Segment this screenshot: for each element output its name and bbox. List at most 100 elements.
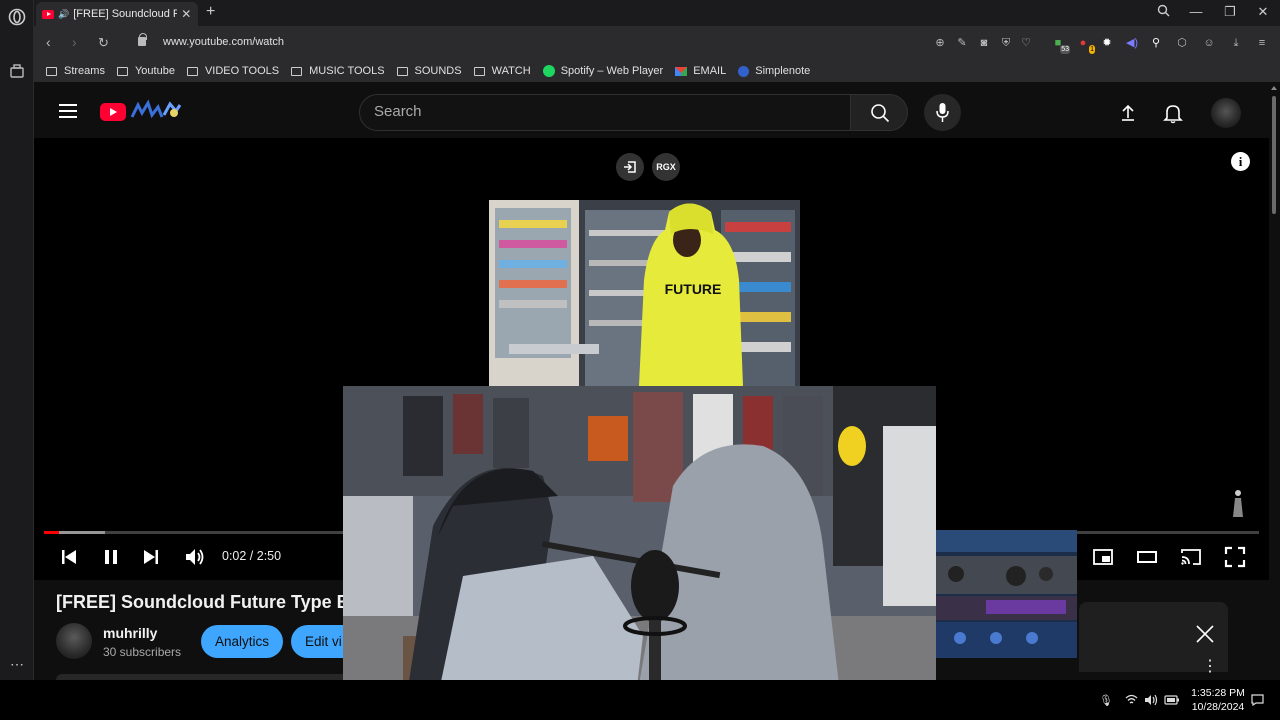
opera-logo-icon[interactable] xyxy=(8,8,26,26)
folder-icon xyxy=(473,66,485,76)
bookmarks-bar: Streams Youtube VIDEO TOOLS MUSIC TOOLS … xyxy=(34,60,1280,82)
cast-icon[interactable] xyxy=(1180,546,1202,568)
window-close-icon[interactable]: ✕ xyxy=(1255,4,1271,20)
volume-icon[interactable] xyxy=(183,546,205,568)
download-icon[interactable]: ⤓ xyxy=(1229,36,1243,50)
channel-avatar[interactable] xyxy=(56,623,92,659)
webcam-feed xyxy=(343,386,936,720)
edit-icon[interactable]: ✎ xyxy=(955,36,969,50)
upload-icon[interactable] xyxy=(1117,102,1139,124)
audio-playing-icon[interactable]: 🔊 xyxy=(58,9,69,20)
microphone-tray-icon[interactable]: 🎙 xyxy=(1099,694,1113,707)
account-avatar[interactable] xyxy=(1211,98,1241,128)
channel-watermark-icon[interactable] xyxy=(1231,488,1245,518)
search-input[interactable] xyxy=(374,103,834,120)
fullscreen-icon[interactable] xyxy=(1224,546,1246,568)
analytics-button[interactable]: Analytics xyxy=(201,625,283,658)
tab-search-icon[interactable] xyxy=(1155,4,1171,20)
channel-name[interactable]: muhrilly xyxy=(103,625,157,641)
edit-video-button[interactable]: Edit vi xyxy=(291,625,351,658)
exit-icon[interactable] xyxy=(616,153,644,181)
bookmark-video-tools[interactable]: VIDEO TOOLS xyxy=(186,65,279,77)
youtube-favicon-icon xyxy=(42,9,54,19)
taskbar: 🎙 1:35:28 PM 10/28/2024 xyxy=(0,680,1280,720)
folder-icon xyxy=(396,66,408,76)
reload-icon[interactable]: ↻ xyxy=(98,35,109,51)
bookmark-sounds[interactable]: SOUNDS xyxy=(396,65,462,77)
subscriber-count: 30 subscribers xyxy=(103,645,182,659)
volume-tray-icon[interactable] xyxy=(1144,694,1158,709)
youtube-doodle-icon[interactable] xyxy=(130,99,184,123)
tab-close-icon[interactable]: ✕ xyxy=(181,7,191,21)
bookmark-watch[interactable]: WATCH xyxy=(473,65,531,77)
scrollbar-thumb[interactable] xyxy=(1272,96,1276,214)
folder-icon xyxy=(46,66,57,76)
extensions-cube-icon[interactable]: ⬡ xyxy=(1175,36,1189,50)
system-clock[interactable]: 1:35:28 PM 10/28/2024 xyxy=(1190,686,1246,714)
folder-icon xyxy=(116,66,128,76)
shield-icon[interactable]: ⛨ xyxy=(999,36,1013,50)
miniplayer-icon[interactable] xyxy=(1092,546,1114,568)
back-icon[interactable]: ‹ xyxy=(46,34,51,50)
easy-setup-icon[interactable]: ≡ xyxy=(1255,36,1269,50)
notifications-icon[interactable] xyxy=(1251,694,1264,709)
previous-icon[interactable] xyxy=(58,546,80,568)
battery-icon[interactable] xyxy=(1164,694,1180,709)
tab-active[interactable]: 🔊 [FREE] Soundcloud Futu ✕ xyxy=(36,2,198,26)
workspaces-icon[interactable] xyxy=(8,63,26,81)
url-field[interactable]: www.youtube.com/watch xyxy=(163,36,284,48)
clock-time: 1:35:28 PM xyxy=(1191,687,1245,699)
search-button[interactable] xyxy=(850,94,908,131)
bookmark-simplenote[interactable]: Simplenote xyxy=(738,65,810,77)
extension-audio-icon[interactable]: ◀) xyxy=(1125,36,1139,50)
address-bar: ‹ › ↻ www.youtube.com/watch ⊕ ✎ ◙ ⛨ ♡ ■ 5… xyxy=(34,26,1280,60)
microphone-icon xyxy=(936,103,949,122)
more-options-icon[interactable]: ⋮ xyxy=(1202,659,1218,675)
notifications-bell-icon[interactable] xyxy=(1162,102,1184,124)
scroll-up-icon[interactable] xyxy=(1271,86,1277,90)
bookmark-music-tools[interactable]: MUSIC TOOLS xyxy=(291,65,385,77)
zoom-icon[interactable]: ⊕ xyxy=(933,36,947,50)
synth-plugin-screenshot xyxy=(936,530,1077,658)
bookmark-streams[interactable]: Streams xyxy=(46,65,105,77)
youtube-logo-icon[interactable] xyxy=(100,103,126,121)
sidebar-more-icon[interactable]: ⋯ xyxy=(8,655,26,673)
video-shirt-text: FUTURE xyxy=(665,281,722,297)
extension-search-icon[interactable]: ⚲ xyxy=(1149,36,1163,50)
folder-icon xyxy=(186,66,198,76)
voice-search-button[interactable] xyxy=(924,94,961,131)
wifi-icon[interactable] xyxy=(1125,694,1138,708)
pause-icon[interactable] xyxy=(100,546,122,568)
rgx-button[interactable]: RGX xyxy=(652,153,680,181)
next-icon[interactable] xyxy=(140,546,162,568)
opera-sidebar: ⋯ xyxy=(0,0,34,720)
restore-icon[interactable]: ❐ xyxy=(1222,4,1238,20)
clock-date: 10/28/2024 xyxy=(1191,701,1245,713)
bookmark-youtube[interactable]: Youtube xyxy=(116,65,175,77)
search-box xyxy=(359,94,851,131)
menu-icon[interactable] xyxy=(59,104,77,118)
time-display: 0:02 / 2:50 xyxy=(222,549,282,563)
bookmark-spotify[interactable]: Spotify – Web Player xyxy=(542,65,663,77)
profile-icon[interactable]: ☺ xyxy=(1202,36,1216,50)
tab-title: [FREE] Soundcloud Futu xyxy=(73,8,178,20)
played-bar xyxy=(44,531,59,534)
new-tab-button[interactable]: + xyxy=(206,3,215,21)
minimize-icon[interactable]: — xyxy=(1188,4,1204,19)
bookmark-email[interactable]: EMAIL xyxy=(675,65,726,77)
tab-bar: 🔊 [FREE] Soundcloud Futu ✕ + — ❐ ✕ xyxy=(34,0,1280,26)
forward-icon[interactable]: › xyxy=(72,34,77,50)
extension-gear-icon[interactable]: ✹ xyxy=(1100,36,1114,50)
extension-green-icon[interactable]: ■ 53 xyxy=(1051,36,1070,54)
extension-red-icon[interactable]: ● 1 xyxy=(1076,36,1095,54)
info-icon[interactable]: i xyxy=(1231,152,1250,171)
page-scrollbar[interactable] xyxy=(1269,82,1280,680)
spotify-icon xyxy=(542,65,555,77)
synth-plugin-overlay xyxy=(936,530,1077,658)
camera-icon[interactable]: ◙ xyxy=(977,36,991,50)
heart-icon[interactable]: ♡ xyxy=(1019,36,1033,50)
panel-close-icon[interactable] xyxy=(1194,623,1216,645)
lock-icon xyxy=(138,33,147,46)
theater-mode-icon[interactable] xyxy=(1136,546,1158,568)
video-frame: FUTURE xyxy=(489,200,800,386)
